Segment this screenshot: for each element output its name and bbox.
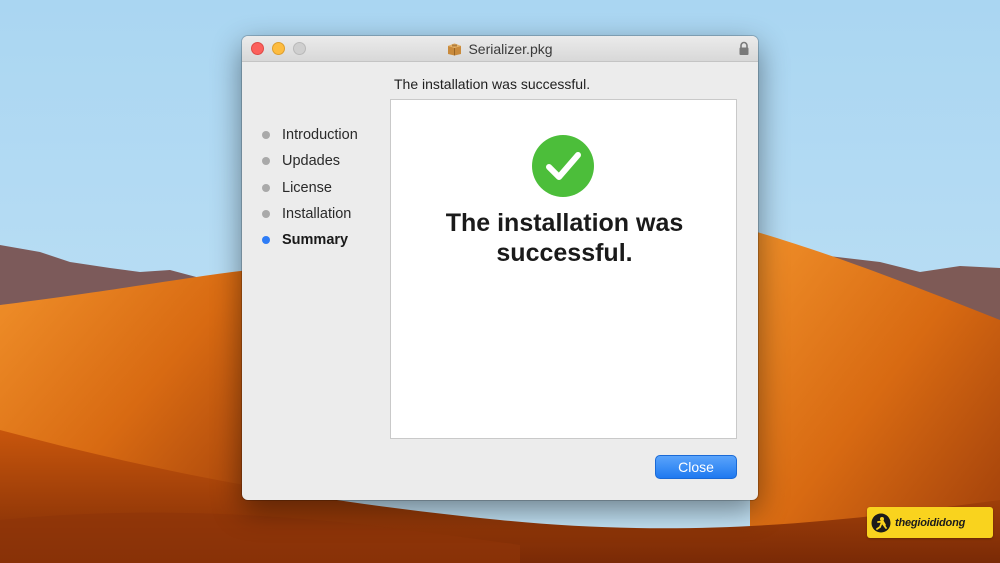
step-label: Introduction bbox=[282, 127, 358, 144]
step-summary: Summary bbox=[262, 227, 392, 253]
installer-window: Serializer.pkg The installation was succ… bbox=[242, 36, 758, 500]
package-icon bbox=[448, 43, 462, 55]
step-bullet-icon bbox=[262, 131, 270, 140]
step-introduction: Introduction bbox=[262, 122, 392, 148]
window-title: Serializer.pkg bbox=[468, 41, 553, 57]
lock-icon bbox=[739, 41, 749, 55]
installer-header-text: The installation was successful. bbox=[394, 76, 591, 92]
watermark-logo: thegioididong bbox=[867, 507, 993, 538]
step-installation: Installation bbox=[262, 201, 392, 227]
step-label: License bbox=[282, 179, 332, 196]
summary-content-panel: The installation was successful. bbox=[390, 99, 737, 439]
step-updades: Updades bbox=[262, 148, 392, 174]
close-button[interactable]: Close bbox=[655, 455, 737, 479]
step-license: License bbox=[262, 175, 392, 201]
step-bullet-active-icon bbox=[262, 236, 270, 245]
window-title-group: Serializer.pkg bbox=[242, 36, 758, 62]
step-bullet-icon bbox=[262, 210, 270, 219]
step-label: Installation bbox=[282, 206, 352, 223]
step-bullet-icon bbox=[262, 157, 270, 166]
watermark-logo-icon bbox=[871, 513, 891, 532]
watermark-text: thegioididong bbox=[895, 516, 966, 529]
checkmark-circle-icon bbox=[532, 135, 594, 197]
installer-steps-sidebar: Introduction Updades License Installatio… bbox=[262, 122, 392, 253]
success-message: The installation was successful. bbox=[445, 209, 684, 267]
title-bar[interactable]: Serializer.pkg bbox=[242, 36, 758, 62]
step-label: Summary bbox=[282, 232, 349, 249]
step-label: Updades bbox=[282, 153, 341, 170]
step-bullet-icon bbox=[262, 183, 270, 192]
